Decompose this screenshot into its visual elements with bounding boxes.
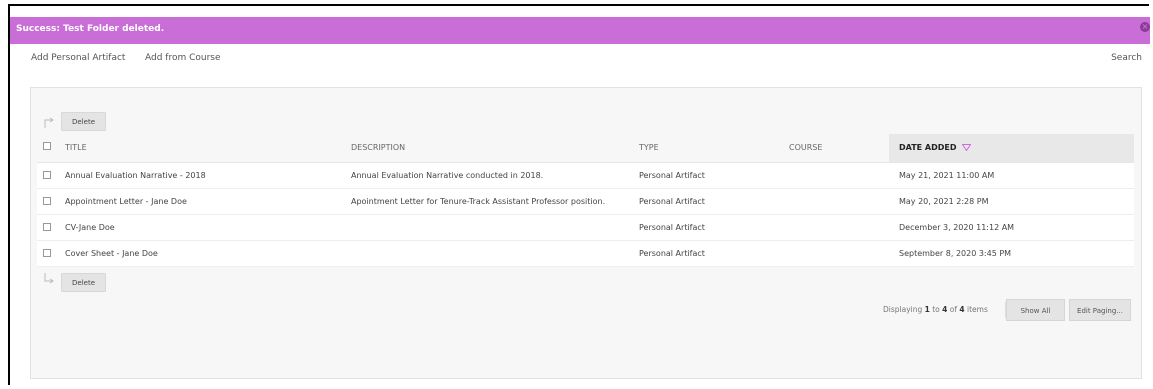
table-row: Appointment Letter - Jane Doe Apointment…: [37, 189, 1134, 215]
table-row: Annual Evaluation Narrative - 2018 Annua…: [37, 163, 1134, 189]
delete-button-bottom[interactable]: Delete: [61, 273, 106, 292]
row-checkbox[interactable]: [43, 197, 51, 205]
delete-button-top[interactable]: Delete: [61, 112, 106, 131]
success-message: Success: Test Folder deleted.: [16, 24, 165, 34]
row-title[interactable]: Cover Sheet - Jane Doe: [65, 241, 158, 266]
row-type: Personal Artifact: [639, 223, 705, 232]
table-row: CV-Jane Doe Personal Artifact December 3…: [37, 215, 1134, 241]
row-type: Personal Artifact: [639, 197, 705, 206]
artifacts-table: TITLE DESCRIPTION TYPE COURSE DATE ADDED…: [37, 134, 1134, 267]
close-icon[interactable]: ×: [1140, 22, 1150, 32]
add-from-course-button[interactable]: Add from Course: [145, 53, 221, 63]
success-banner: Success: Test Folder deleted. ×: [10, 17, 1150, 44]
paging-of-word: of: [947, 305, 960, 314]
paging-summary: Displaying 1 to 4 of 4 items: [883, 305, 988, 314]
table-header: TITLE DESCRIPTION TYPE COURSE DATE ADDED: [37, 134, 1134, 163]
row-description: Annual Evaluation Narrative conducted in…: [351, 171, 544, 180]
artifacts-panel: Delete TITLE DESCRIPTION TYPE COURSE DAT…: [30, 87, 1142, 379]
column-course[interactable]: COURSE: [789, 134, 822, 162]
row-date: September 8, 2020 3:45 PM: [899, 249, 1012, 258]
edit-paging-button[interactable]: Edit Paging...: [1069, 299, 1131, 321]
row-type: Personal Artifact: [639, 171, 705, 180]
paging-suffix: items: [964, 305, 988, 314]
row-date: May 21, 2021 11:00 AM: [899, 171, 995, 180]
selection-arrow-down-icon: [44, 273, 54, 284]
row-type: Personal Artifact: [639, 249, 705, 258]
selection-arrow-up-icon: [44, 117, 54, 128]
search-button[interactable]: Search: [1111, 53, 1142, 63]
column-date-added-label: DATE ADDED: [899, 143, 957, 152]
row-checkbox[interactable]: [43, 249, 51, 257]
row-title[interactable]: Annual Evaluation Narrative - 2018: [65, 163, 206, 188]
row-description: Apointment Letter for Tenure-Track Assis…: [351, 197, 606, 206]
add-personal-artifact-button[interactable]: Add Personal Artifact: [31, 53, 125, 63]
column-description[interactable]: DESCRIPTION: [351, 134, 405, 162]
table-row: Cover Sheet - Jane Doe Personal Artifact…: [37, 241, 1134, 267]
show-all-button[interactable]: Show All: [1006, 299, 1065, 321]
column-title[interactable]: TITLE: [65, 134, 87, 162]
row-checkbox[interactable]: [43, 223, 51, 231]
row-date: May 20, 2021 2:28 PM: [899, 197, 989, 206]
row-title[interactable]: CV-Jane Doe: [65, 215, 115, 240]
select-all-checkbox[interactable]: [43, 142, 51, 150]
row-date: December 3, 2020 11:12 AM: [899, 223, 1015, 232]
paging-to-word: to: [929, 305, 943, 314]
sort-descending-icon: [962, 144, 972, 151]
paging-prefix: Displaying: [883, 305, 925, 314]
column-date-added[interactable]: DATE ADDED: [889, 134, 1134, 162]
column-type[interactable]: TYPE: [639, 134, 659, 162]
action-bar: Add Personal Artifact Add from Course Se…: [10, 45, 1152, 69]
row-title[interactable]: Appointment Letter - Jane Doe: [65, 189, 187, 214]
row-checkbox[interactable]: [43, 171, 51, 179]
